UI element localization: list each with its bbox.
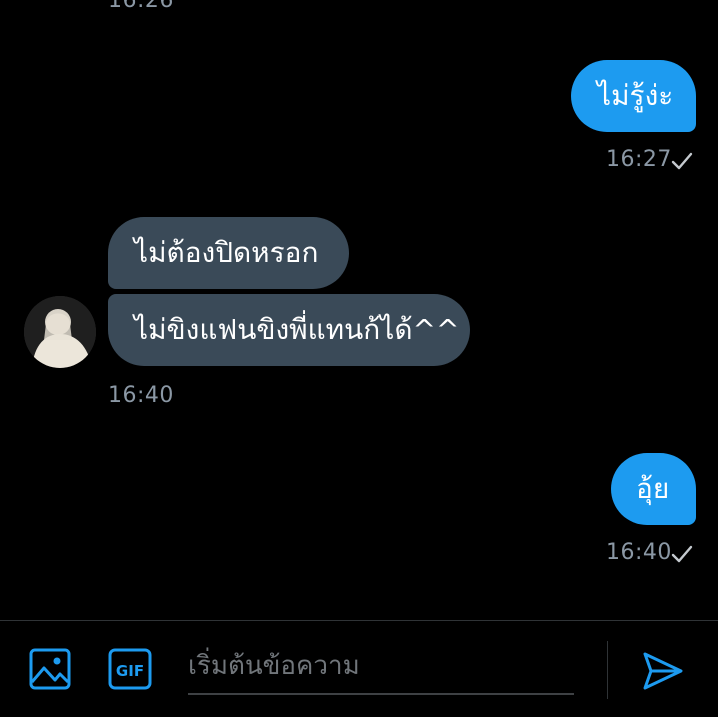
divider [607,641,608,699]
sent-check-icon [671,545,693,563]
timestamp: 16:26 [108,0,174,13]
timestamp: 16:27 [606,147,672,172]
message-composer: GIF เริ่มต้นข้อความ [0,620,718,717]
message-bubble-sent[interactable]: อุ้ย [611,453,696,525]
sent-check-icon [671,152,693,170]
image-icon[interactable] [29,648,71,690]
message-bubble-sent[interactable]: ไม่รู้ง่ะ [571,60,696,132]
gif-icon[interactable]: GIF [108,648,152,690]
message-list: 16:26 ไม่รู้ง่ะ 16:27 ไม่ต้องปิดหรอก ไม่… [0,0,718,620]
message-bubble-received[interactable]: ไม่ขิงแฟนขิงพี่แทนก้ได้^^ [108,294,470,366]
send-icon[interactable] [642,651,684,691]
avatar[interactable] [24,296,96,368]
timestamp: 16:40 [606,540,672,565]
message-input-placeholder: เริ่มต้นข้อความ [188,651,360,681]
message-input[interactable]: เริ่มต้นข้อความ [188,643,574,695]
svg-text:GIF: GIF [116,662,144,680]
avatar-image [24,296,96,368]
message-bubble-received[interactable]: ไม่ต้องปิดหรอก [108,217,349,289]
timestamp: 16:40 [108,383,174,408]
